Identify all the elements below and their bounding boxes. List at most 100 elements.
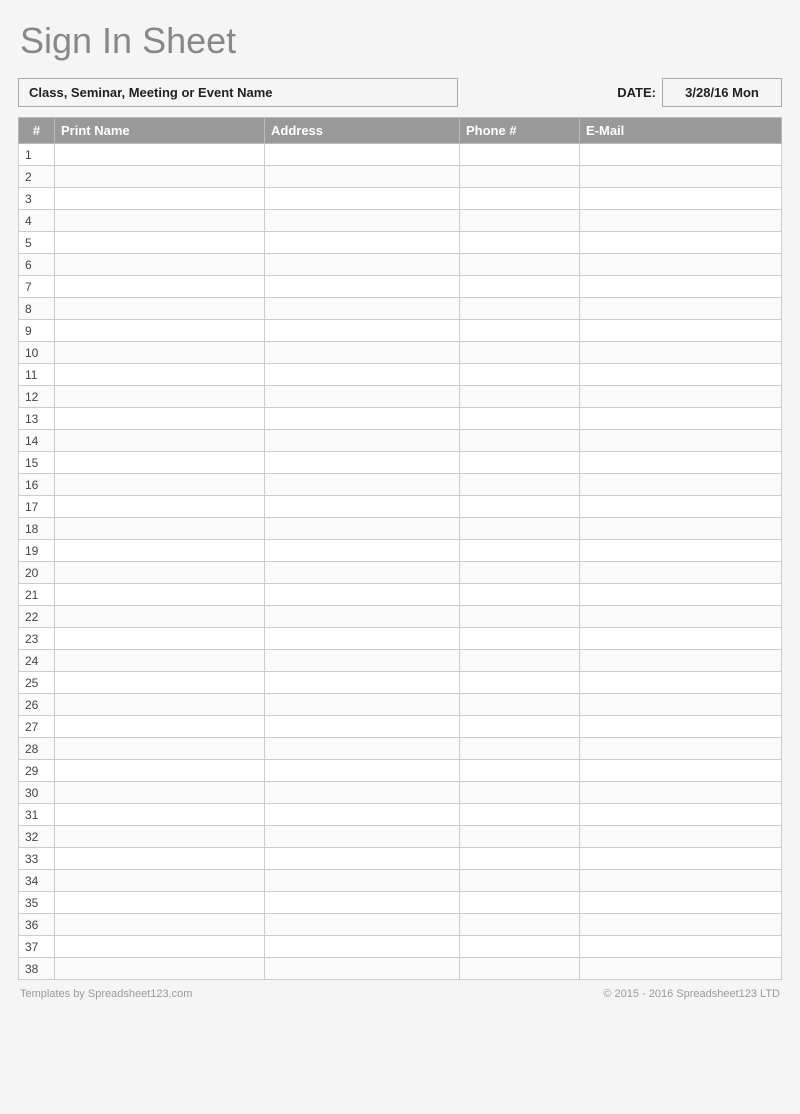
row-print-name [55, 298, 265, 320]
row-phone [460, 584, 580, 606]
row-email [580, 342, 782, 364]
row-phone [460, 738, 580, 760]
row-number: 32 [19, 826, 55, 848]
row-number: 26 [19, 694, 55, 716]
table-row: 3 [19, 188, 782, 210]
row-email [580, 518, 782, 540]
row-phone [460, 650, 580, 672]
row-email [580, 408, 782, 430]
row-number: 34 [19, 870, 55, 892]
row-address [265, 606, 460, 628]
row-number: 24 [19, 650, 55, 672]
row-email [580, 914, 782, 936]
row-print-name [55, 936, 265, 958]
row-address [265, 540, 460, 562]
table-row: 20 [19, 562, 782, 584]
row-print-name [55, 628, 265, 650]
row-address [265, 672, 460, 694]
row-print-name [55, 892, 265, 914]
table-row: 8 [19, 298, 782, 320]
row-phone [460, 936, 580, 958]
footer-left: Templates by Spreadsheet123.com [20, 988, 192, 1000]
row-print-name [55, 430, 265, 452]
row-print-name [55, 540, 265, 562]
row-address [265, 254, 460, 276]
row-number: 2 [19, 166, 55, 188]
row-number: 37 [19, 936, 55, 958]
row-print-name [55, 760, 265, 782]
row-email [580, 188, 782, 210]
row-phone [460, 276, 580, 298]
row-print-name [55, 826, 265, 848]
row-address [265, 650, 460, 672]
table-row: 5 [19, 232, 782, 254]
table-row: 34 [19, 870, 782, 892]
row-number: 9 [19, 320, 55, 342]
row-phone [460, 760, 580, 782]
row-print-name [55, 870, 265, 892]
row-number: 1 [19, 144, 55, 166]
row-print-name [55, 716, 265, 738]
table-header-row: # Print Name Address Phone # E-Mail [19, 118, 782, 144]
col-header-number: # [19, 118, 55, 144]
col-header-email: E-Mail [580, 118, 782, 144]
row-phone [460, 826, 580, 848]
row-print-name [55, 518, 265, 540]
row-phone [460, 342, 580, 364]
row-phone [460, 320, 580, 342]
row-email [580, 496, 782, 518]
row-print-name [55, 276, 265, 298]
row-number: 5 [19, 232, 55, 254]
row-email [580, 562, 782, 584]
row-number: 15 [19, 452, 55, 474]
row-number: 36 [19, 914, 55, 936]
col-header-address: Address [265, 118, 460, 144]
sign-in-table: # Print Name Address Phone # E-Mail 1234… [18, 117, 782, 980]
row-print-name [55, 408, 265, 430]
row-phone [460, 562, 580, 584]
row-phone [460, 408, 580, 430]
row-phone [460, 210, 580, 232]
row-address [265, 320, 460, 342]
row-address [265, 628, 460, 650]
row-print-name [55, 606, 265, 628]
row-phone [460, 914, 580, 936]
row-phone [460, 672, 580, 694]
row-print-name [55, 320, 265, 342]
row-number: 18 [19, 518, 55, 540]
table-row: 32 [19, 826, 782, 848]
row-address [265, 408, 460, 430]
row-phone [460, 782, 580, 804]
row-print-name [55, 386, 265, 408]
row-email [580, 628, 782, 650]
row-number: 28 [19, 738, 55, 760]
row-number: 11 [19, 364, 55, 386]
row-number: 38 [19, 958, 55, 980]
row-print-name [55, 364, 265, 386]
row-phone [460, 496, 580, 518]
row-phone [460, 694, 580, 716]
row-address [265, 144, 460, 166]
page-title: Sign In Sheet [18, 20, 782, 62]
row-email [580, 364, 782, 386]
row-number: 17 [19, 496, 55, 518]
date-value: 3/28/16 Mon [662, 78, 782, 107]
date-label: DATE: [617, 85, 662, 100]
row-address [265, 826, 460, 848]
row-number: 27 [19, 716, 55, 738]
row-address [265, 958, 460, 980]
row-print-name [55, 452, 265, 474]
row-print-name [55, 650, 265, 672]
table-row: 33 [19, 848, 782, 870]
row-phone [460, 628, 580, 650]
table-row: 4 [19, 210, 782, 232]
row-address [265, 562, 460, 584]
row-address [265, 364, 460, 386]
row-address [265, 760, 460, 782]
table-row: 22 [19, 606, 782, 628]
col-header-print-name: Print Name [55, 118, 265, 144]
date-section: DATE: 3/28/16 Mon [617, 78, 782, 107]
row-number: 3 [19, 188, 55, 210]
row-phone [460, 848, 580, 870]
row-number: 21 [19, 584, 55, 606]
